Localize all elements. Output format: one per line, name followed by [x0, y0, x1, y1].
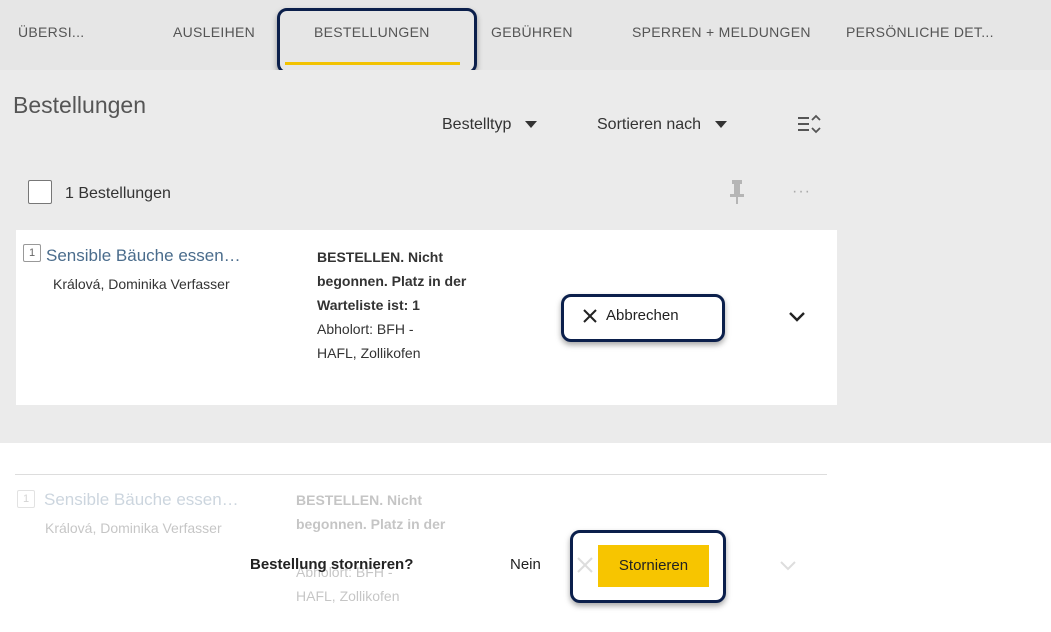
pickup-line: HAFL, Zollikofen [317, 345, 421, 361]
tab-personal-details[interactable]: PERSÖNLICHE DET... [846, 24, 994, 40]
more-options-icon[interactable]: ··· [792, 183, 811, 201]
pickup-line: Abholort: BFH - [317, 321, 414, 337]
divider [15, 474, 827, 475]
pin-icon[interactable] [727, 178, 747, 206]
request-type-label: Bestelltyp [442, 116, 512, 133]
pickup-line: HAFL, Zollikofen [296, 588, 400, 604]
request-status: BESTELLEN. Nicht begonnen. Platz in der … [296, 488, 496, 608]
status-line: begonnen. Platz in der [296, 516, 446, 532]
request-author: Králová, Dominika Verfasser [45, 520, 222, 536]
caret-down-icon [525, 121, 538, 129]
item-index: 1 [17, 490, 35, 508]
active-tab-indicator [285, 62, 460, 65]
sort-order-icon[interactable] [796, 111, 822, 137]
requests-count: 1 Bestellungen [65, 185, 171, 202]
sort-dropdown[interactable]: Sortieren nach [597, 116, 728, 134]
status-line: Warteliste ist: 1 [317, 297, 420, 313]
tab-fees[interactable]: GEBÜHREN [491, 24, 573, 40]
item-index: 1 [23, 244, 41, 262]
expand-chevron-icon [778, 559, 798, 573]
close-icon [577, 557, 593, 573]
confirm-question: Bestellung stornieren? [250, 556, 414, 573]
status-line: BESTELLEN. Nicht [317, 249, 444, 265]
sort-label: Sortieren nach [597, 116, 702, 133]
cancel-label: Abbrechen [606, 307, 679, 324]
tab-blocks-notes[interactable]: SPERREN + MELDUNGEN [632, 24, 811, 40]
tab-requests[interactable]: BESTELLUNGEN [314, 24, 430, 40]
no-button[interactable]: Nein [510, 556, 541, 573]
close-icon [583, 309, 597, 323]
cancel-request-button[interactable]: Abbrechen [570, 302, 717, 330]
caret-down-icon [715, 121, 728, 129]
request-author: Králová, Dominika Verfasser [53, 276, 230, 292]
status-line: BESTELLEN. Nicht [296, 492, 423, 508]
select-all-checkbox[interactable] [28, 180, 52, 204]
confirm-cancel-button[interactable]: Stornieren [598, 545, 709, 587]
tab-loans[interactable]: AUSLEIHEN [173, 24, 255, 40]
expand-chevron-icon[interactable] [787, 310, 807, 324]
top-navigation: ÜBERSI... AUSLEIHEN BESTELLUNGEN GEBÜHRE… [0, 0, 1051, 70]
request-status: BESTELLEN. Nicht begonnen. Platz in der … [317, 245, 517, 365]
status-line: begonnen. Platz in der [317, 273, 467, 289]
request-title-link: Sensible Bäuche essen… [44, 490, 239, 509]
request-type-dropdown[interactable]: Bestelltyp [442, 116, 538, 134]
page-title: Bestellungen [13, 92, 146, 118]
tab-overview[interactable]: ÜBERSI... [18, 24, 85, 40]
request-title-link[interactable]: Sensible Bäuche essen… [46, 246, 241, 266]
